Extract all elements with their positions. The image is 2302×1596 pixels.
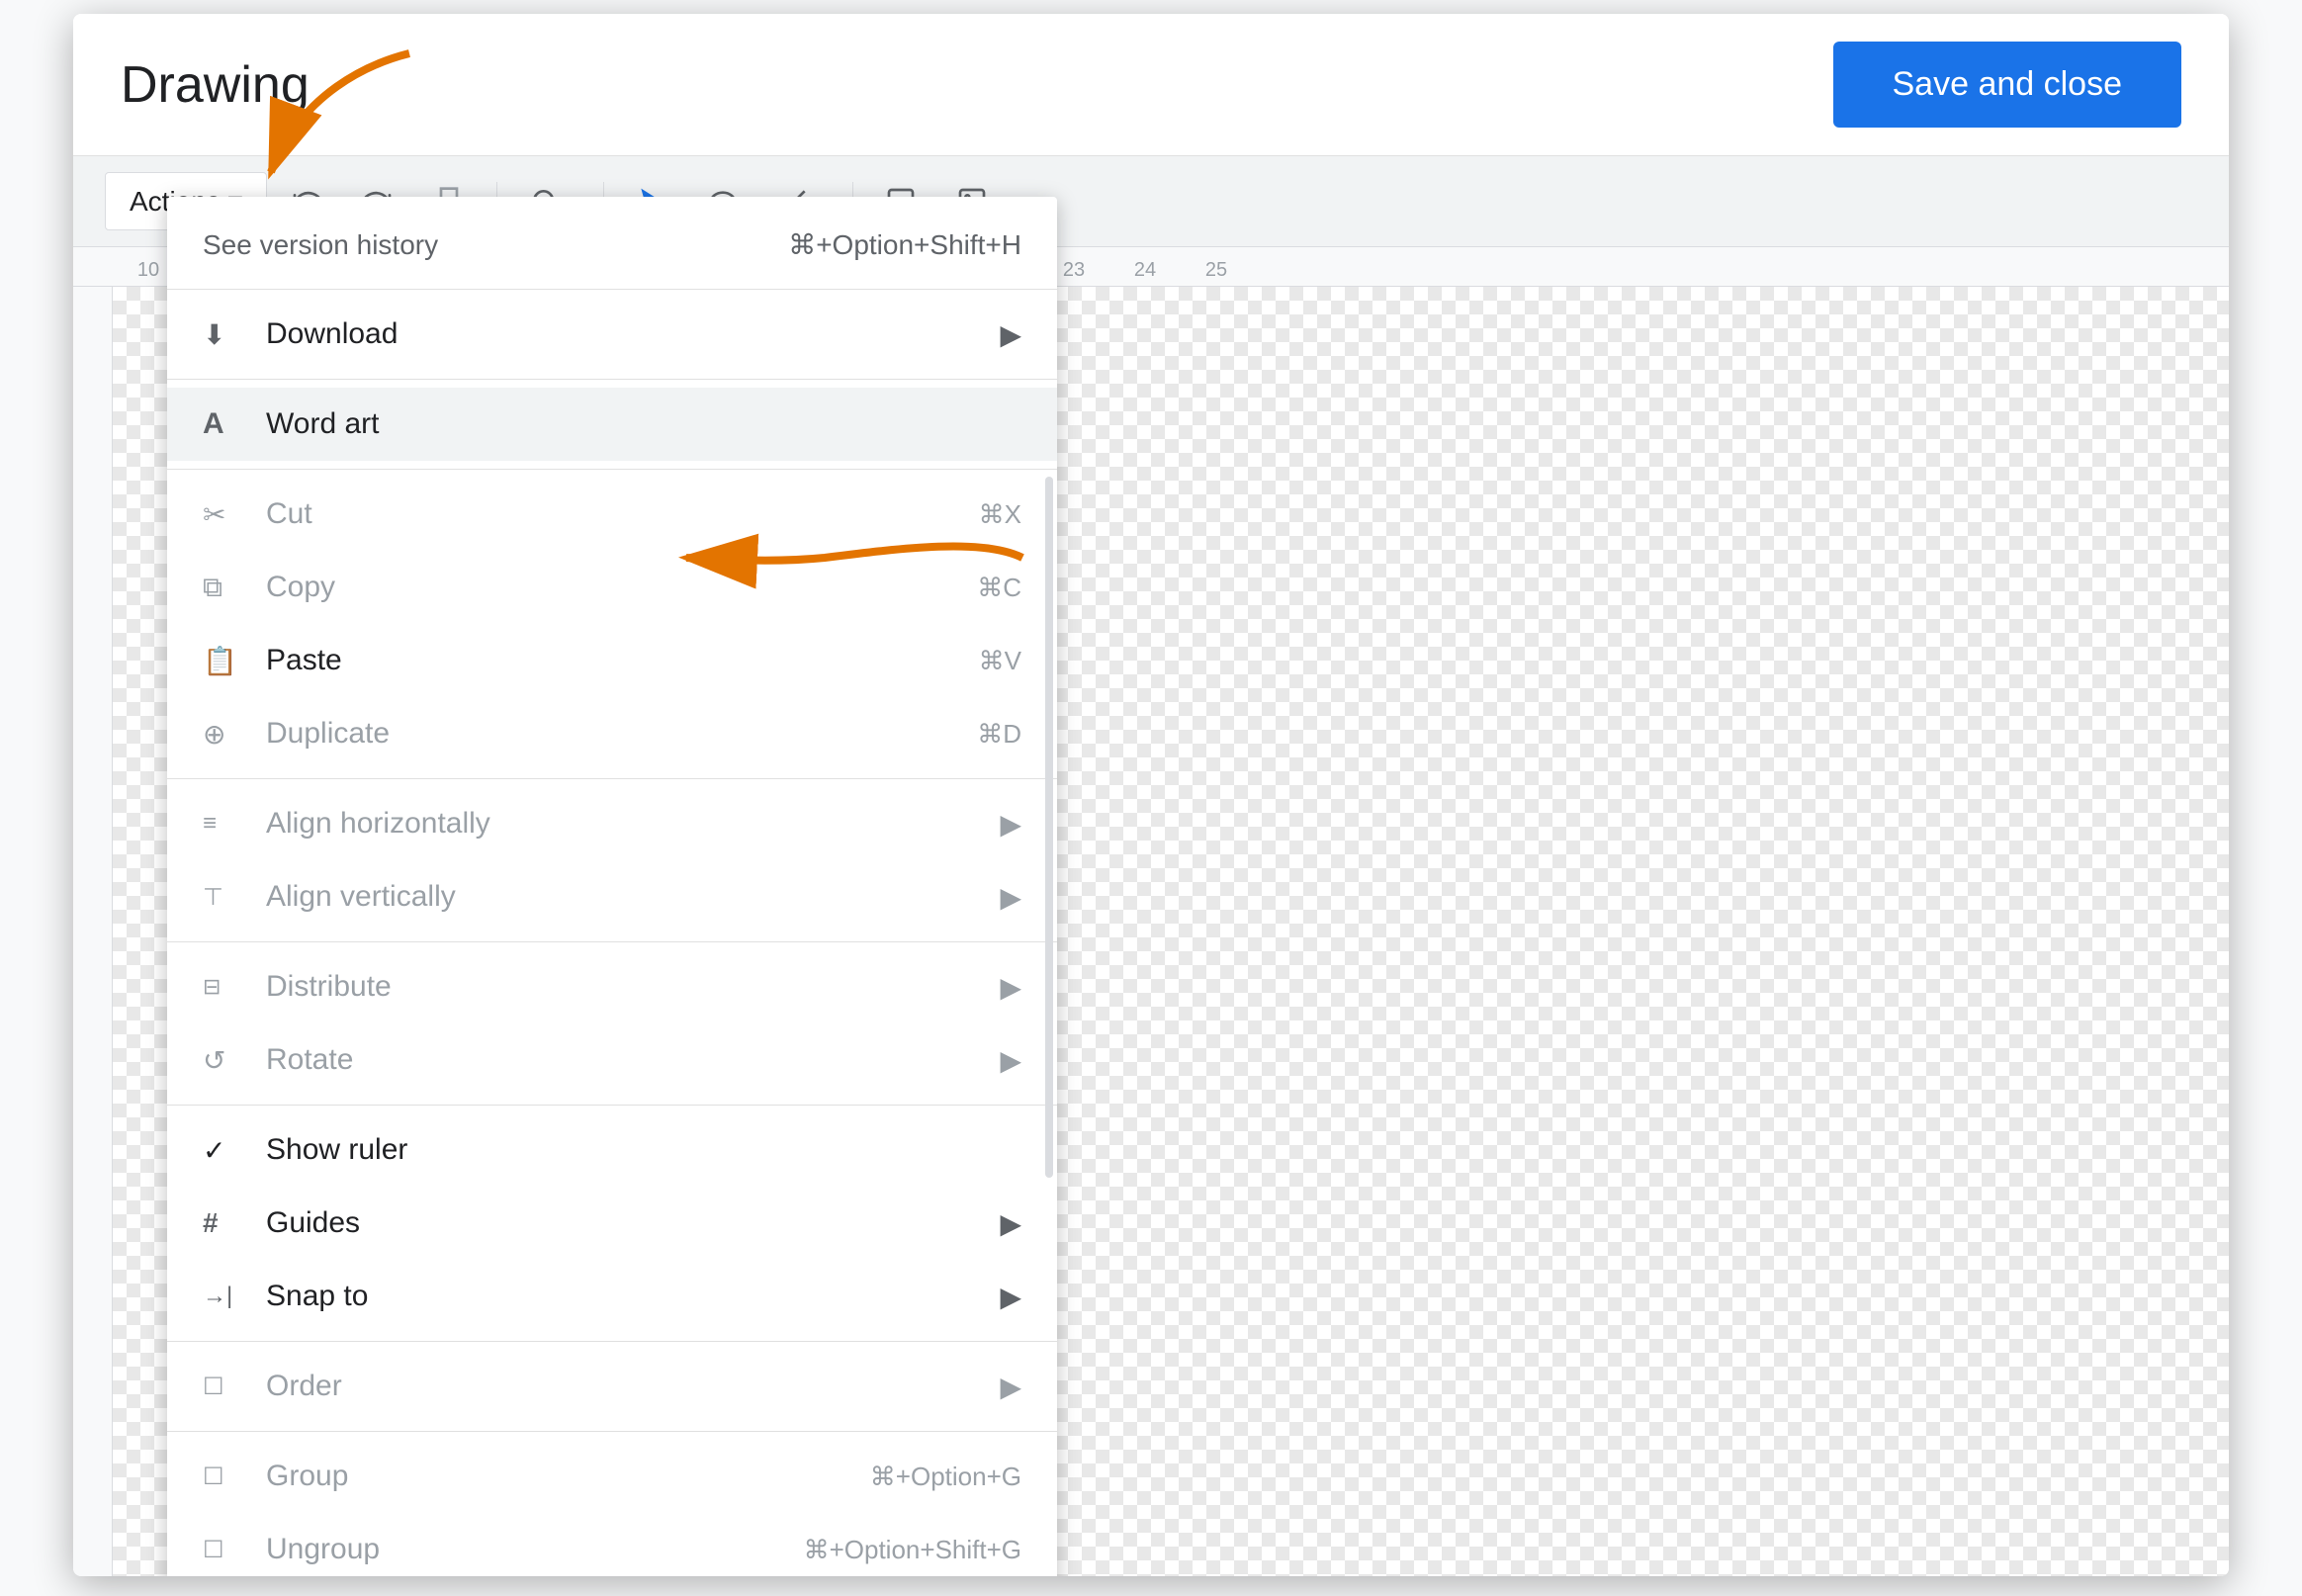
group-icon: ☐ <box>203 1463 250 1491</box>
dialog-header: Drawing Save and close <box>73 14 2229 156</box>
cut-icon: ✂ <box>203 498 250 531</box>
menu-sep-8 <box>167 1431 1057 1432</box>
rotate-label: Rotate <box>250 1043 1000 1077</box>
menu-item-group: ☐ Group ⌘+Option+G <box>167 1440 1057 1513</box>
copy-icon: ⧉ <box>203 572 250 604</box>
menu-item-duplicate: ⊕ Duplicate ⌘D <box>167 697 1057 770</box>
menu-item-show-ruler[interactable]: ✓ Show ruler <box>167 1113 1057 1187</box>
guides-label: Guides <box>250 1206 1000 1240</box>
paste-label: Paste <box>250 644 979 677</box>
menu-item-download[interactable]: ⬇ Download ▶ <box>167 298 1057 371</box>
menu-item-rotate: ↺ Rotate ▶ <box>167 1023 1057 1097</box>
duplicate-shortcut: ⌘D <box>977 719 1021 750</box>
align-v-label: Align vertically <box>250 880 1000 914</box>
show-ruler-checkmark: ✓ <box>203 1134 250 1167</box>
snap-to-arrow: ▶ <box>1000 1281 1021 1313</box>
guides-arrow: ▶ <box>1000 1207 1021 1240</box>
guides-icon: # <box>203 1207 250 1239</box>
align-v-icon: ⊤ <box>203 883 250 912</box>
version-history-shortcut: ⌘+Option+Shift+H <box>788 228 1021 261</box>
menu-sep-1 <box>167 289 1057 290</box>
menu-item-word-art[interactable]: A Word art <box>167 388 1057 461</box>
group-shortcut: ⌘+Option+G <box>870 1462 1021 1492</box>
menu-item-snap-to[interactable]: →| Snap to ▶ <box>167 1260 1057 1333</box>
dialog-title: Drawing <box>121 55 310 115</box>
snap-to-icon: →| <box>203 1283 250 1310</box>
version-history-item: See version history ⌘+Option+Shift+H <box>167 209 1057 281</box>
copy-label: Copy <box>250 571 977 604</box>
menu-item-copy: ⧉ Copy ⌘C <box>167 551 1057 624</box>
version-history-label: See version history <box>203 229 438 261</box>
rotate-icon: ↺ <box>203 1044 250 1077</box>
menu-item-align-v: ⊤ Align vertically ▶ <box>167 860 1057 933</box>
paste-icon: 📋 <box>203 645 250 677</box>
menu-item-cut: ✂ Cut ⌘X <box>167 478 1057 551</box>
align-h-arrow: ▶ <box>1000 808 1021 841</box>
dialog-title-text: Drawing <box>121 55 310 115</box>
actions-dropdown-menu: See version history ⌘+Option+Shift+H ⬇ D… <box>167 197 1057 1576</box>
group-label: Group <box>250 1460 870 1493</box>
align-h-label: Align horizontally <box>250 807 1000 841</box>
menu-sep-7 <box>167 1341 1057 1342</box>
rotate-arrow: ▶ <box>1000 1044 1021 1077</box>
align-v-arrow: ▶ <box>1000 881 1021 914</box>
menu-item-order: ☐ Order ▶ <box>167 1350 1057 1423</box>
order-label: Order <box>250 1370 1000 1403</box>
menu-item-distribute: ⊟ Distribute ▶ <box>167 950 1057 1023</box>
menu-scrollbar[interactable] <box>1045 477 1053 1178</box>
word-art-label: Word art <box>250 407 1021 441</box>
snap-to-label: Snap to <box>250 1280 1000 1313</box>
ungroup-icon: ☐ <box>203 1536 250 1564</box>
menu-sep-6 <box>167 1105 1057 1106</box>
menu-sep-4 <box>167 778 1057 779</box>
cut-shortcut: ⌘X <box>979 499 1021 530</box>
menu-item-paste[interactable]: 📋 Paste ⌘V <box>167 624 1057 697</box>
menu-item-ungroup: ☐ Ungroup ⌘+Option+Shift+G <box>167 1513 1057 1576</box>
ruler-mark-25: 25 <box>1181 259 1252 282</box>
menu-item-guides[interactable]: # Guides ▶ <box>167 1187 1057 1260</box>
word-art-icon: A <box>203 407 250 441</box>
show-ruler-label: Show ruler <box>250 1133 1021 1167</box>
order-icon: ☐ <box>203 1373 250 1401</box>
align-h-icon: ≡ <box>203 810 250 838</box>
distribute-label: Distribute <box>250 970 1000 1004</box>
distribute-icon: ⊟ <box>203 974 250 1000</box>
duplicate-label: Duplicate <box>250 717 977 751</box>
download-icon: ⬇ <box>203 318 250 351</box>
left-ruler <box>73 287 113 1576</box>
ungroup-label: Ungroup <box>250 1533 804 1566</box>
cut-label: Cut <box>250 497 979 531</box>
distribute-arrow: ▶ <box>1000 971 1021 1004</box>
menu-sep-2 <box>167 379 1057 380</box>
paste-shortcut: ⌘V <box>979 646 1021 676</box>
menu-sep-3 <box>167 469 1057 470</box>
ungroup-shortcut: ⌘+Option+Shift+G <box>804 1535 1021 1565</box>
ruler-mark-24: 24 <box>1109 259 1181 282</box>
order-arrow: ▶ <box>1000 1371 1021 1403</box>
copy-shortcut: ⌘C <box>977 573 1021 603</box>
drawing-dialog: Drawing Save and close Actions ▾ ▾ <box>73 14 2229 1576</box>
download-arrow: ▶ <box>1000 318 1021 351</box>
menu-sep-5 <box>167 941 1057 942</box>
download-label: Download <box>250 317 1000 351</box>
duplicate-icon: ⊕ <box>203 718 250 751</box>
menu-item-align-h: ≡ Align horizontally ▶ <box>167 787 1057 860</box>
save-close-button[interactable]: Save and close <box>1833 42 2182 128</box>
